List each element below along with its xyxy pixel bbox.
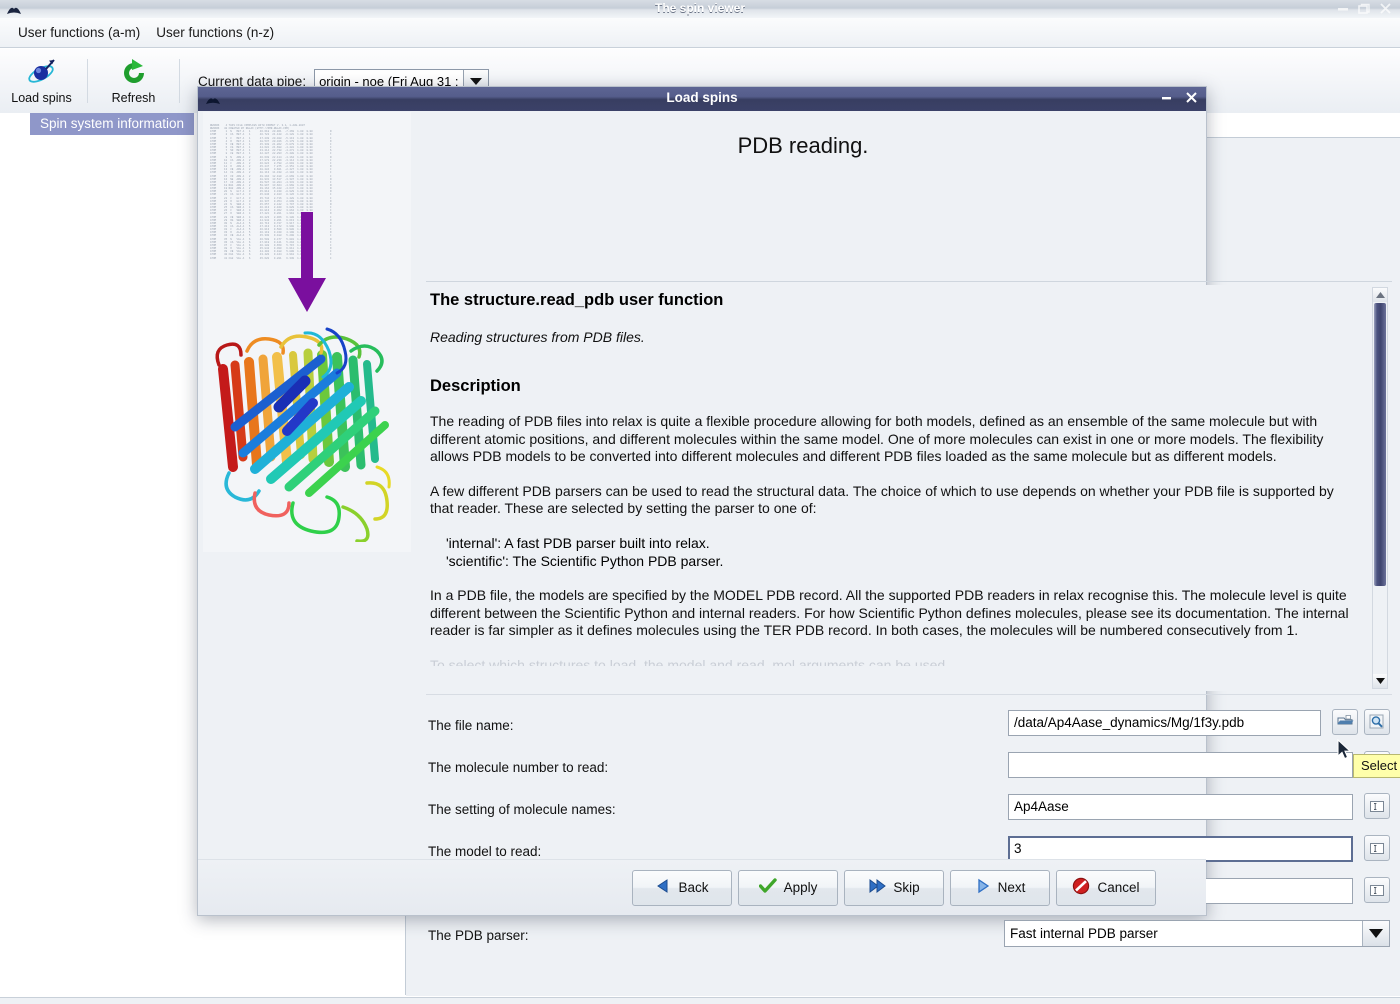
cancel-button-label: Cancel bbox=[1097, 880, 1139, 895]
apply-button[interactable]: Apply bbox=[738, 870, 838, 906]
preview-file-button[interactable] bbox=[1364, 709, 1390, 735]
description-paragraph-1: The reading of PDB files into relax is q… bbox=[430, 413, 1354, 466]
main-title-bar: The spin viewer bbox=[0, 0, 1400, 19]
form-row-file-name: The file name: /data/Ap4Aase_dynamics/Mg… bbox=[426, 707, 1392, 749]
status-strip bbox=[0, 997, 1400, 1004]
molecule-names-input[interactable]: Ap4Aase bbox=[1008, 794, 1353, 820]
main-window-title: The spin viewer bbox=[0, 1, 1400, 15]
back-arrow-icon bbox=[655, 878, 671, 897]
form-row-molecule-number: The molecule number to read: bbox=[426, 749, 1392, 791]
mouse-pointer-icon bbox=[1337, 739, 1353, 766]
refresh-icon bbox=[92, 57, 175, 91]
tab-spin-system-information[interactable]: Spin system information bbox=[30, 113, 194, 135]
menu-bar: User functions (a-m) User functions (n-z… bbox=[0, 18, 1400, 48]
label-molecule-names: The setting of molecule names: bbox=[428, 802, 616, 817]
menu-user-functions-nz[interactable]: User functions (n-z) bbox=[148, 22, 282, 43]
skip-button[interactable]: Skip bbox=[844, 870, 944, 906]
open-folder-icon bbox=[1337, 715, 1354, 730]
check-icon bbox=[759, 878, 777, 897]
text-entry-icon bbox=[1370, 801, 1384, 812]
parser-option-internal: 'internal': A fast PDB parser built into… bbox=[446, 535, 1354, 553]
pdb-structure-artwork: REMARK 4 THIS FILE COMPLIES WITH FORMAT … bbox=[203, 112, 411, 552]
fast-forward-icon bbox=[868, 878, 886, 897]
back-button-label: Back bbox=[678, 880, 708, 895]
dialog-body: REMARK 4 THIS FILE COMPLIES WITH FORMAT … bbox=[198, 111, 1206, 915]
edit-value-button[interactable] bbox=[1364, 835, 1390, 861]
tooltip: Select the file. bbox=[1353, 754, 1400, 778]
toolbar-button-refresh[interactable]: Refresh bbox=[92, 57, 175, 105]
spin-load-icon bbox=[0, 57, 83, 91]
description-paragraph-3: In a PDB file, the models are specified … bbox=[430, 587, 1354, 640]
description-scrollbar[interactable] bbox=[1372, 287, 1388, 689]
scrollbar-thumb[interactable] bbox=[1374, 303, 1386, 586]
magnifier-icon bbox=[1369, 714, 1385, 730]
next-arrow-icon bbox=[975, 878, 991, 897]
form-row-molecule-names: The setting of molecule names: Ap4Aase bbox=[426, 791, 1392, 833]
function-subtitle: Reading structures from PDB files. bbox=[430, 329, 1354, 345]
toolbar-divider-2 bbox=[179, 59, 180, 103]
function-title: The structure.read_pdb user function bbox=[430, 291, 1354, 310]
toolbar-label-load-spins: Load spins bbox=[11, 91, 71, 105]
cancel-button[interactable]: Cancel bbox=[1056, 870, 1156, 906]
scroll-down-icon[interactable] bbox=[1373, 674, 1387, 688]
toolbar-button-load-spins[interactable]: Load spins bbox=[0, 57, 83, 105]
apply-button-label: Apply bbox=[784, 880, 818, 895]
edit-value-button[interactable] bbox=[1364, 793, 1390, 819]
cancel-icon bbox=[1072, 877, 1090, 898]
label-model-to-read: The model to read: bbox=[428, 844, 541, 859]
pdb-parser-value: Fast internal PDB parser bbox=[1005, 926, 1362, 941]
protein-ribbon-icon bbox=[209, 307, 409, 547]
description-cut-off-line: To select which structures to load, the … bbox=[430, 657, 1354, 666]
next-button-label: Next bbox=[998, 880, 1026, 895]
scroll-up-icon[interactable] bbox=[1373, 288, 1387, 302]
parser-option-list: 'internal': A fast PDB parser built into… bbox=[446, 535, 1354, 570]
dialog-title-bar: Load spins bbox=[198, 87, 1206, 111]
description-scroll-area[interactable]: The structure.read_pdb user function Rea… bbox=[426, 285, 1392, 691]
description-paragraph-2: A few different PDB parsers can be used … bbox=[430, 483, 1354, 518]
parameter-form: The file name: /data/Ap4Aase_dynamics/Mg… bbox=[426, 707, 1392, 959]
parser-option-scientific: 'scientific': The Scientific Python PDB … bbox=[446, 553, 1354, 571]
dialog-title: Load spins bbox=[198, 90, 1206, 105]
label-file-name: The file name: bbox=[428, 718, 514, 733]
load-spins-dialog: Load spins REMARK 4 THIS FILE COMPLIES W… bbox=[197, 86, 1207, 916]
minimize-icon[interactable] bbox=[1161, 92, 1173, 106]
back-button[interactable]: Back bbox=[632, 870, 732, 906]
description-divider bbox=[426, 694, 1392, 695]
file-name-input[interactable]: /data/Ap4Aase_dynamics/Mg/1f3y.pdb bbox=[1008, 710, 1321, 736]
form-row-pdb-parser: The PDB parser: Fast internal PDB parser bbox=[426, 917, 1392, 959]
label-pdb-parser: The PDB parser: bbox=[428, 928, 529, 943]
description-content: The structure.read_pdb user function Rea… bbox=[426, 285, 1366, 666]
toolbar-divider bbox=[87, 59, 88, 103]
text-entry-icon bbox=[1370, 843, 1384, 854]
next-button[interactable]: Next bbox=[950, 870, 1050, 906]
skip-button-label: Skip bbox=[893, 880, 919, 895]
dialog-button-bar: Back Apply Skip Next bbox=[198, 859, 1206, 915]
description-heading: Description bbox=[430, 377, 1354, 396]
heading-divider bbox=[426, 281, 1392, 282]
chevron-down-icon[interactable] bbox=[1362, 921, 1389, 946]
label-molecule-number: The molecule number to read: bbox=[428, 760, 608, 775]
molecule-number-input[interactable] bbox=[1008, 752, 1353, 778]
close-icon[interactable] bbox=[1185, 91, 1198, 107]
toolbar-label-refresh: Refresh bbox=[112, 91, 156, 105]
text-entry-icon bbox=[1370, 885, 1384, 896]
edit-value-button[interactable] bbox=[1364, 877, 1390, 903]
select-file-button[interactable] bbox=[1332, 709, 1358, 735]
pdb-parser-combo[interactable]: Fast internal PDB parser bbox=[1004, 920, 1390, 947]
down-arrow-icon bbox=[283, 212, 331, 322]
dialog-heading: PDB reading. bbox=[413, 133, 1193, 159]
menu-user-functions-am[interactable]: User functions (a-m) bbox=[10, 22, 148, 43]
